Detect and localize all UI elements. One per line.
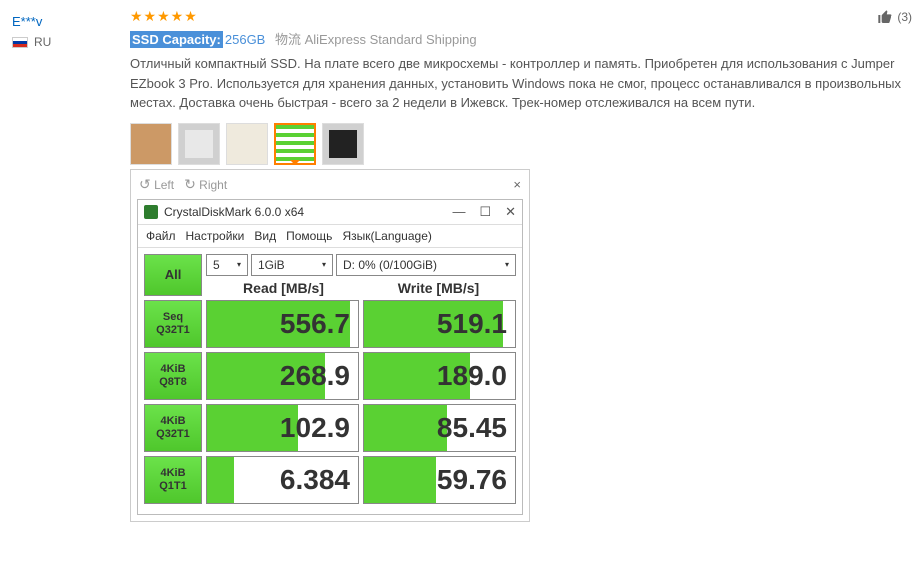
read-header: Read [MB/s] bbox=[206, 280, 361, 296]
app-icon bbox=[144, 205, 158, 219]
capacity-label: SSD Capacity: bbox=[130, 31, 223, 48]
run-test-button[interactable]: 4KiBQ32T1 bbox=[144, 404, 202, 452]
reviewer-name[interactable]: E***v bbox=[12, 14, 130, 29]
photo-lightbox: ↺ Left ↻ Right × CrystalDiskMark 6.0.0 x… bbox=[130, 169, 530, 522]
menu-help[interactable]: Помощь bbox=[286, 229, 332, 243]
thumbs-up-icon bbox=[877, 9, 893, 25]
nav-left[interactable]: ↺ Left bbox=[139, 176, 174, 193]
drive-select[interactable]: D: 0% (0/100GiB)▾ bbox=[336, 254, 516, 276]
review-photo-3[interactable] bbox=[226, 123, 268, 165]
maximize-button[interactable]: ☐ bbox=[479, 204, 491, 220]
bench-row: 4KiBQ8T8268.9189.0 bbox=[144, 352, 516, 400]
window-close-button[interactable]: ✕ bbox=[505, 204, 516, 220]
read-value: 268.9 bbox=[206, 352, 359, 400]
flag-ru-icon bbox=[12, 37, 28, 48]
country-code: RU bbox=[34, 35, 51, 49]
write-value: 189.0 bbox=[363, 352, 516, 400]
write-value: 59.76 bbox=[363, 456, 516, 504]
menu-file[interactable]: Файл bbox=[146, 229, 176, 243]
lightbox-close[interactable]: × bbox=[513, 177, 521, 192]
run-test-button[interactable]: 4KiBQ8T8 bbox=[144, 352, 202, 400]
iterations-select[interactable]: 5▾ bbox=[206, 254, 248, 276]
bench-row: 4KiBQ32T1102.985.45 bbox=[144, 404, 516, 452]
helpful-count: (3) bbox=[897, 10, 912, 24]
run-test-button[interactable]: 4KiBQ1T1 bbox=[144, 456, 202, 504]
menu-view[interactable]: Вид bbox=[254, 229, 276, 243]
menu-settings[interactable]: Настройки bbox=[186, 229, 245, 243]
star-rating: ★★★★★ bbox=[130, 8, 198, 25]
write-value: 519.1 bbox=[363, 300, 516, 348]
review-photo-5[interactable] bbox=[322, 123, 364, 165]
run-all-button[interactable]: All bbox=[144, 254, 202, 296]
nav-right[interactable]: ↻ Right bbox=[184, 176, 227, 193]
read-value: 6.384 bbox=[206, 456, 359, 504]
helpful-button[interactable]: (3) bbox=[877, 9, 912, 25]
crystaldiskmark-window: CrystalDiskMark 6.0.0 x64 — ☐ ✕ Файл Нас… bbox=[137, 199, 523, 515]
review-photo-strip bbox=[130, 123, 912, 165]
capacity-value: 256GB bbox=[225, 32, 265, 47]
review-photo-2[interactable] bbox=[178, 123, 220, 165]
bench-row: SeqQ32T1556.7519.1 bbox=[144, 300, 516, 348]
write-header: Write [MB/s] bbox=[361, 280, 516, 296]
minimize-button[interactable]: — bbox=[452, 204, 465, 220]
chevron-down-icon: ▾ bbox=[505, 260, 509, 269]
test-size-select[interactable]: 1GiB▾ bbox=[251, 254, 333, 276]
read-value: 102.9 bbox=[206, 404, 359, 452]
window-title: CrystalDiskMark 6.0.0 x64 bbox=[164, 205, 304, 219]
arrow-left-icon: ↺ bbox=[139, 176, 151, 192]
reviewer-country: RU bbox=[12, 35, 130, 49]
review-photo-1[interactable] bbox=[130, 123, 172, 165]
logistics-info: 物流 AliExpress Standard Shipping bbox=[275, 32, 477, 47]
menu-bar: Файл Настройки Вид Помощь Язык(Language) bbox=[138, 225, 522, 248]
review-body: Отличный компактный SSD. На плате всего … bbox=[130, 54, 912, 113]
menu-language[interactable]: Язык(Language) bbox=[342, 229, 431, 243]
bench-row: 4KiBQ1T16.38459.76 bbox=[144, 456, 516, 504]
chevron-down-icon: ▾ bbox=[322, 260, 326, 269]
arrow-right-icon: ↻ bbox=[184, 176, 196, 192]
chevron-down-icon: ▾ bbox=[237, 260, 241, 269]
run-test-button[interactable]: SeqQ32T1 bbox=[144, 300, 202, 348]
read-value: 556.7 bbox=[206, 300, 359, 348]
review-photo-4[interactable] bbox=[274, 123, 316, 165]
write-value: 85.45 bbox=[363, 404, 516, 452]
